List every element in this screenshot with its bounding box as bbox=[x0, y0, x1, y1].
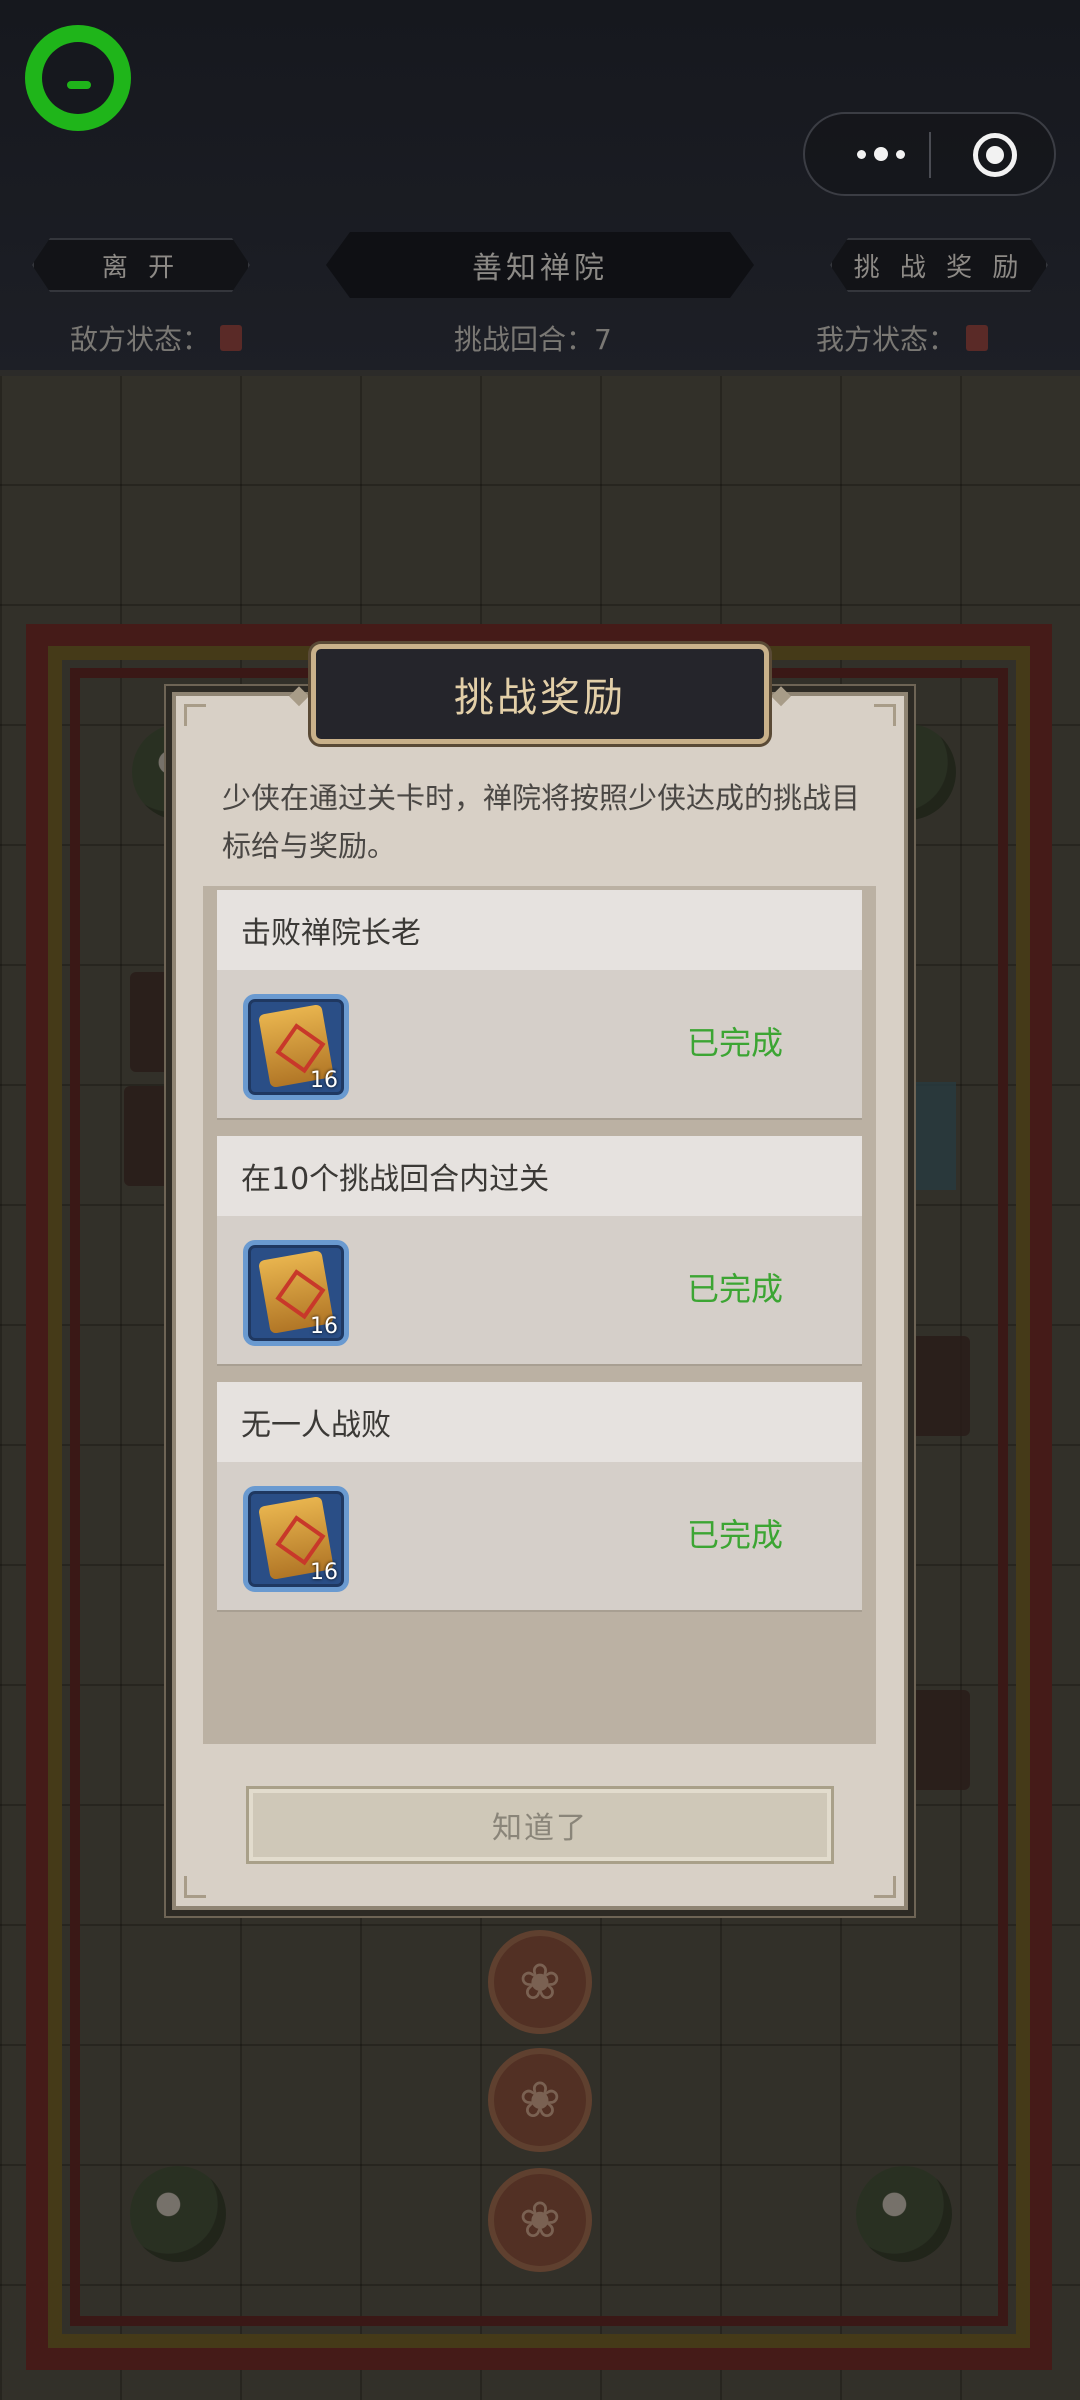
my-status-indicator bbox=[966, 325, 989, 351]
task-status: 已完成 bbox=[687, 1024, 784, 1062]
task-card: 在10个挑战回合内过关 16 已完成 bbox=[217, 1136, 862, 1364]
ornament-icon: ◆ bbox=[289, 680, 309, 710]
my-status: 我方状态： bbox=[816, 318, 989, 358]
gift-package-icon[interactable]: 16 bbox=[243, 1486, 349, 1592]
mini-program-capsule bbox=[803, 112, 1056, 196]
task-card: 无一人战败 16 已完成 bbox=[217, 1382, 862, 1610]
task-list: 击败禅院长老 16 已完成 在10个挑战回合内过关 16 已完成 无一人战败 1… bbox=[203, 886, 876, 1744]
ornament-icon: ◆ bbox=[771, 680, 791, 710]
reward-quantity: 16 bbox=[310, 1560, 338, 1585]
page-title: 善知禅院 bbox=[326, 232, 754, 298]
reward-quantity: 16 bbox=[310, 1314, 338, 1339]
confirm-button[interactable]: 知道了 bbox=[246, 1786, 834, 1864]
task-name: 无一人战败 bbox=[217, 1382, 862, 1462]
task-status: 已完成 bbox=[687, 1270, 784, 1308]
enemy-status-label: 敌方状态： bbox=[70, 323, 211, 356]
gift-package-icon[interactable]: 16 bbox=[243, 994, 349, 1100]
more-dots-icon[interactable] bbox=[841, 114, 921, 194]
target-close-icon[interactable] bbox=[973, 133, 1017, 177]
round-counter: 挑战回合：7 bbox=[454, 323, 612, 356]
task-name: 在10个挑战回合内过关 bbox=[217, 1136, 862, 1216]
dialog-intro-text: 少侠在通过关卡时，禅院将按照少侠达成的挑战目标给与奖励。 bbox=[222, 781, 861, 863]
challenge-reward-button[interactable]: 挑 战 奖 励 bbox=[830, 238, 1048, 292]
dialog-title: 挑战奖励 bbox=[311, 644, 769, 744]
leave-button[interactable]: 离 开 bbox=[32, 238, 250, 292]
enemy-status: 敌方状态： bbox=[70, 318, 243, 358]
task-card: 击败禅院长老 16 已完成 bbox=[217, 890, 862, 1118]
chat-logo-icon[interactable] bbox=[25, 25, 131, 131]
task-name: 击败禅院长老 bbox=[217, 890, 862, 970]
my-status-label: 我方状态： bbox=[816, 323, 957, 356]
task-status: 已完成 bbox=[687, 1516, 784, 1554]
enemy-status-indicator bbox=[220, 325, 243, 351]
top-bar: 离 开 善知禅院 挑 战 奖 励 敌方状态： 挑战回合：7 我方状态： bbox=[0, 0, 1080, 376]
capsule-divider bbox=[929, 132, 931, 178]
gift-package-icon[interactable]: 16 bbox=[243, 1240, 349, 1346]
reward-quantity: 16 bbox=[310, 1068, 338, 1093]
